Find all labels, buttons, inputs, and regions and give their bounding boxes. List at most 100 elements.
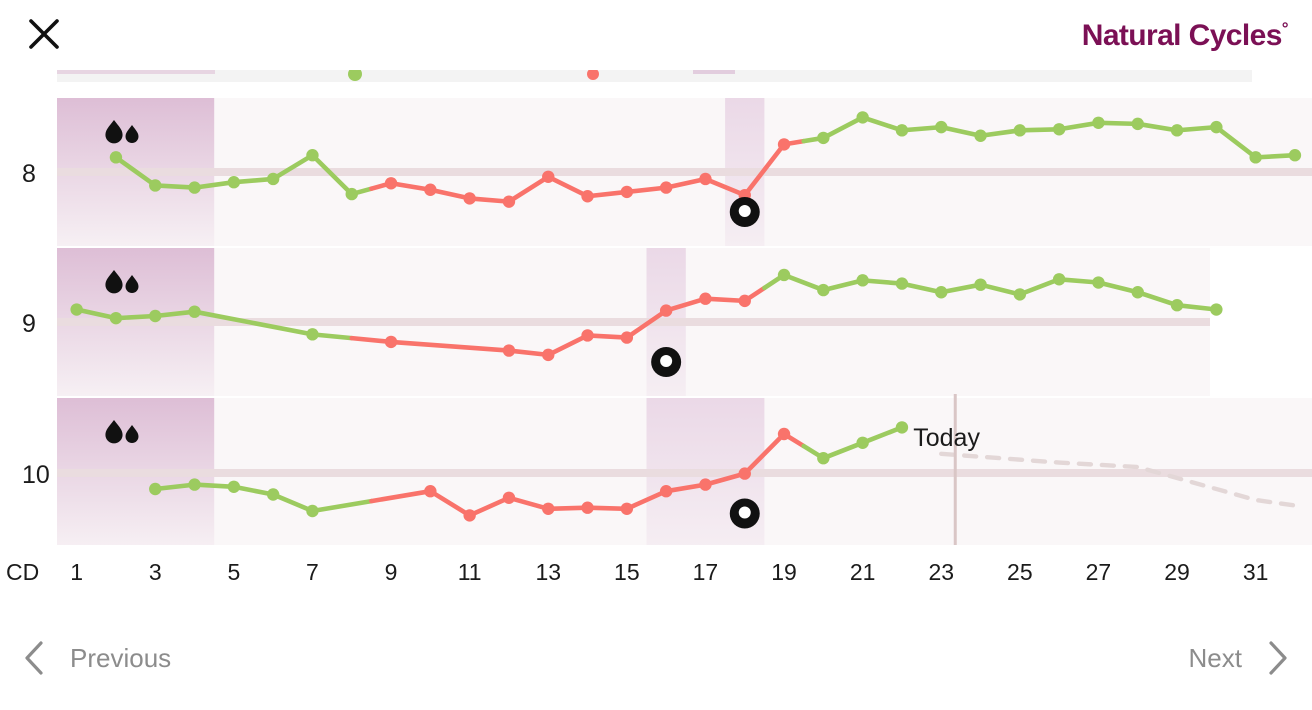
x-axis-tick: 25 — [1007, 559, 1033, 585]
temp-data-point — [149, 179, 162, 192]
chart-row-9: 9 — [22, 248, 1223, 396]
close-icon — [29, 19, 59, 49]
x-axis-tick: 31 — [1242, 559, 1269, 585]
temp-data-point — [384, 177, 398, 190]
bottom-toolbar: Previous Next — [0, 610, 1312, 710]
next-label: Next — [1188, 642, 1242, 673]
temp-data-point — [306, 149, 319, 162]
x-axis-tick: 21 — [849, 559, 876, 585]
temp-data-point — [817, 131, 830, 145]
temp-data-point — [659, 181, 673, 194]
temp-data-point — [149, 482, 162, 496]
temp-data-point — [306, 328, 319, 341]
temp-data-point — [1170, 124, 1184, 137]
temp-data-point — [1092, 276, 1105, 289]
temp-data-point — [659, 485, 673, 498]
x-axis-tick: 11 — [457, 559, 482, 585]
temp-data-point — [1249, 151, 1262, 164]
temp-data-point — [699, 478, 712, 491]
temp-data-point — [817, 283, 830, 297]
temp-data-point — [659, 304, 673, 317]
temp-data-point — [620, 331, 634, 344]
temp-data-point — [345, 187, 358, 201]
temp-data-point — [1052, 273, 1066, 286]
temp-data-point — [463, 509, 476, 522]
x-axis-tick: 13 — [535, 559, 562, 585]
temp-data-point — [699, 172, 712, 186]
temp-data-point — [266, 172, 280, 186]
cycle-chart-svg: 8 9 Today 10 — [22, 70, 1312, 545]
x-axis-cd-label: CD — [6, 559, 40, 585]
y-axis-row-label: 8 — [22, 160, 36, 188]
temp-data-point — [699, 292, 712, 305]
temp-data-point — [502, 491, 516, 504]
x-axis-tick: 9 — [384, 559, 398, 585]
x-axis: CD 1 3 5 7 9 11 13 15 17 19 21 23 25 27 29 31 — [0, 545, 1312, 600]
temp-data-point — [542, 170, 555, 183]
x-axis-tick: 15 — [614, 559, 640, 585]
x-axis-tick: 17 — [692, 559, 719, 585]
previous-label: Previous — [70, 642, 172, 673]
temp-data-point — [306, 504, 319, 518]
temp-data-point — [581, 501, 594, 514]
temp-data-point — [227, 176, 241, 189]
temp-data-point — [1210, 120, 1223, 134]
temp-data-point — [149, 309, 162, 323]
cycle-chart-screen: Natural Cycles° 8 9 Today 10 CD 1 3 5 7 9 11 13 15… — [0, 0, 1312, 710]
y-axis-row-label: 10 — [22, 461, 50, 489]
temp-data-point — [738, 467, 751, 480]
temp-data-point — [1013, 288, 1027, 301]
temp-data-point — [266, 488, 280, 501]
chevron-left-icon — [25, 641, 43, 675]
temp-data-point — [856, 111, 869, 124]
temp-data-point — [1013, 124, 1027, 137]
temp-data-point — [542, 348, 555, 362]
chart-row-8: 8 — [22, 98, 1312, 246]
temp-data-point — [424, 485, 437, 498]
x-axis-tick: 1 — [70, 559, 84, 585]
temp-data-point — [895, 277, 909, 290]
temp-data-point — [895, 421, 909, 434]
temp-data-point — [935, 120, 948, 134]
baseline-line — [57, 168, 1312, 176]
x-axis-tick: 3 — [148, 559, 162, 585]
app-header: Natural Cycles° — [0, 0, 1312, 70]
previous-button[interactable]: Previous — [22, 638, 171, 678]
temp-data-point — [424, 183, 437, 196]
ovulation-marker — [729, 196, 760, 227]
x-axis-tick: 5 — [227, 559, 241, 585]
brand-name: Natural Cycles — [1081, 19, 1283, 52]
temp-data-point — [502, 344, 516, 357]
x-axis-tick: 23 — [928, 559, 955, 585]
temp-data-point — [1170, 299, 1184, 312]
temp-data-point — [856, 436, 869, 449]
temp-data-point — [777, 138, 791, 151]
temp-data-point — [384, 335, 398, 349]
temp-data-point — [620, 185, 634, 199]
temp-data-point — [502, 195, 516, 208]
x-axis-tick: 29 — [1164, 559, 1190, 585]
chart-row-10: Today 10 — [22, 394, 1312, 545]
temp-data-point — [581, 329, 594, 342]
temp-data-point — [188, 181, 201, 194]
temp-data-point — [109, 311, 123, 325]
temp-data-point — [895, 124, 909, 137]
close-button[interactable] — [24, 14, 64, 54]
ovulation-marker — [729, 498, 760, 529]
next-button[interactable]: Next — [1189, 638, 1290, 678]
temp-data-point — [777, 427, 791, 441]
temp-data-point — [542, 502, 555, 515]
temp-data-point — [188, 478, 201, 491]
chevron-right-icon — [1269, 641, 1287, 675]
temp-data-point — [738, 294, 751, 308]
x-axis-tick: 27 — [1085, 559, 1112, 585]
y-axis-row-label: 9 — [22, 310, 36, 338]
temp-data-point — [70, 303, 83, 316]
temp-data-point — [581, 190, 594, 203]
cycle-chart-viewport[interactable]: 8 9 Today 10 — [0, 70, 1312, 545]
temp-data-point — [1052, 123, 1066, 136]
temp-data-point — [935, 286, 948, 299]
ovulation-marker — [651, 346, 682, 377]
temp-data-point — [620, 502, 634, 515]
temp-data-point — [974, 129, 987, 142]
